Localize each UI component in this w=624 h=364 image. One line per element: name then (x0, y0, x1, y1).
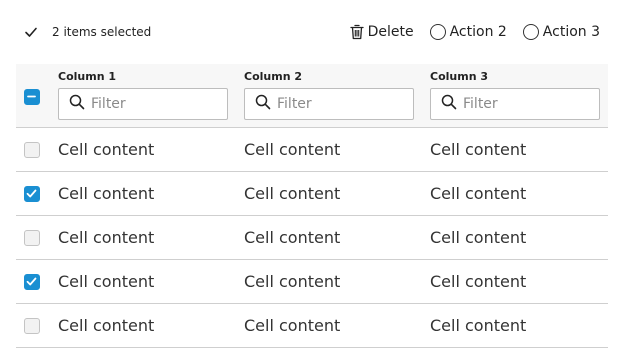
table-row[interactable]: Cell content Cell content Cell content (16, 216, 608, 260)
table-cell: Cell content (244, 184, 341, 203)
action-2-button[interactable]: Action 2 (429, 24, 507, 40)
table-cell: Cell content (58, 228, 155, 247)
search-icon (441, 94, 457, 114)
table-row[interactable]: Cell content Cell content Cell content (16, 304, 608, 348)
delete-label: Delete (367, 24, 414, 40)
selection-count-text: 2 items selected (52, 25, 152, 39)
column-1-filter[interactable] (58, 88, 228, 120)
search-icon (255, 94, 271, 114)
table-cell: Cell content (430, 140, 527, 159)
table-cell: Cell content (430, 316, 527, 335)
toolbar-actions: Delete Action 2 Action 3 (349, 22, 600, 42)
table-cell: Cell content (430, 184, 527, 203)
action-3-button[interactable]: Action 3 (522, 24, 600, 40)
table-cell: Cell content (244, 228, 341, 247)
search-icon (69, 94, 85, 114)
column-3-filter-input[interactable] (463, 96, 593, 112)
select-all-checkbox[interactable] (24, 89, 40, 105)
table-cell: Cell content (244, 140, 341, 159)
selection-info: 2 items selected (24, 22, 151, 42)
data-table: Column 1 Column 2 Column 3 (16, 64, 608, 348)
column-3-label: Column 3 (430, 70, 489, 83)
radio-icon (429, 24, 446, 40)
table-row[interactable]: Cell content Cell content Cell content (16, 128, 608, 172)
table-cell: Cell content (58, 316, 155, 335)
row-checkbox[interactable] (24, 230, 40, 246)
column-2-filter-input[interactable] (277, 96, 407, 112)
column-3-filter[interactable] (430, 88, 600, 120)
row-checkbox[interactable] (24, 318, 40, 334)
table-cell: Cell content (244, 316, 341, 335)
table-row[interactable]: Cell content Cell content Cell content (16, 260, 608, 304)
checkmark-icon (24, 25, 38, 39)
delete-button[interactable]: Delete (349, 24, 414, 40)
action-2-label: Action 2 (449, 24, 507, 40)
table-cell: Cell content (430, 272, 527, 291)
row-checkbox[interactable] (24, 274, 40, 290)
trash-icon (349, 24, 364, 40)
column-2-filter[interactable] (244, 88, 414, 120)
row-checkbox[interactable] (24, 142, 40, 158)
column-1-label: Column 1 (58, 70, 117, 83)
column-2-label: Column 2 (244, 70, 303, 83)
selection-toolbar: 2 items selected Delete Action 2 Action … (0, 0, 624, 64)
radio-icon (522, 24, 539, 40)
table-cell: Cell content (58, 272, 155, 291)
table-cell: Cell content (244, 272, 341, 291)
table-cell: Cell content (58, 140, 155, 159)
table-cell: Cell content (58, 184, 155, 203)
table-header: Column 1 Column 2 Column 3 (16, 64, 608, 128)
row-checkbox[interactable] (24, 186, 40, 202)
column-1-filter-input[interactable] (91, 96, 221, 112)
action-3-label: Action 3 (542, 24, 600, 40)
table-row[interactable]: Cell content Cell content Cell content (16, 172, 608, 216)
table-cell: Cell content (430, 228, 527, 247)
